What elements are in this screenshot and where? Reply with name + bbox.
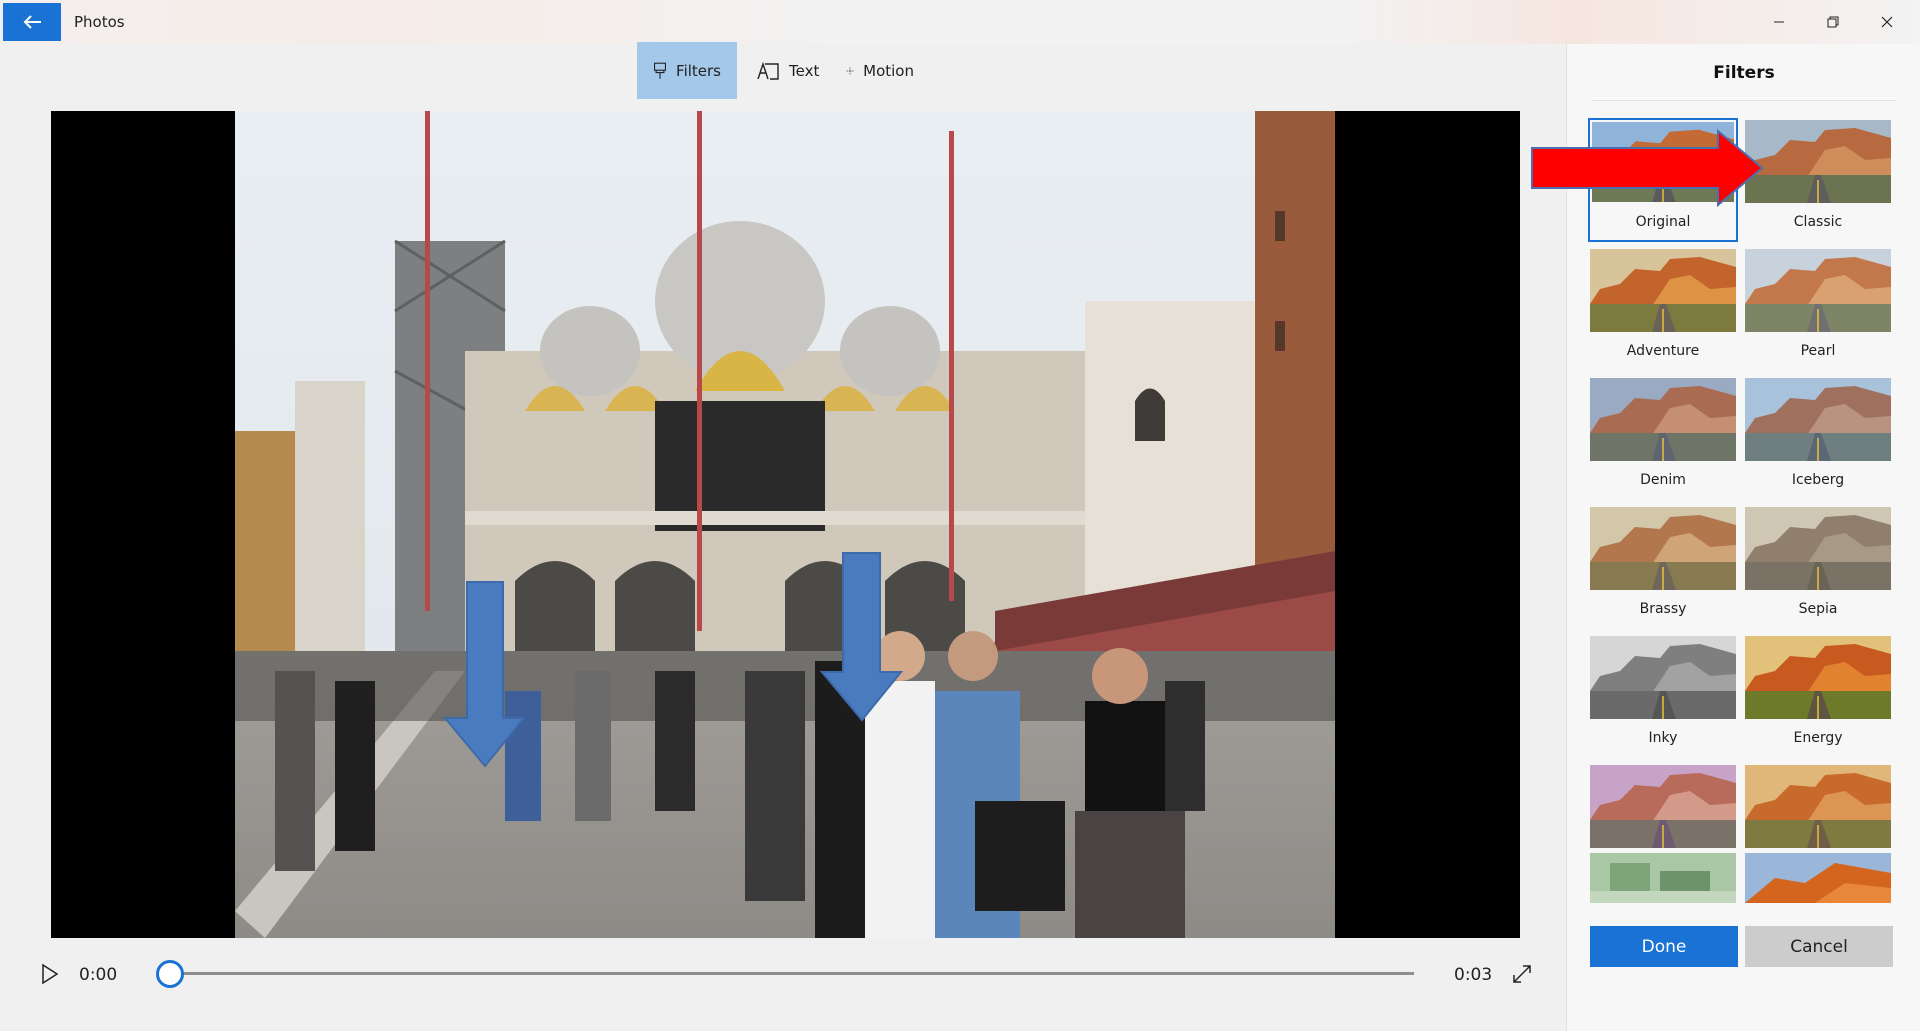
filter-pearl[interactable]: Pearl bbox=[1745, 249, 1891, 369]
filter-denim[interactable]: Denim bbox=[1590, 378, 1736, 498]
tab-text[interactable]: Text bbox=[740, 42, 836, 99]
filter-preview-image bbox=[1745, 249, 1891, 332]
filter-preview-image bbox=[1745, 120, 1891, 203]
tab-motion-label: Motion bbox=[863, 61, 914, 80]
panel-divider bbox=[1591, 100, 1897, 101]
filter-preview-partial-orange bbox=[1745, 853, 1891, 903]
filter-label: Adventure bbox=[1626, 343, 1700, 359]
venice-square-photo bbox=[235, 111, 1335, 938]
filter-preview-partial-green bbox=[1590, 853, 1736, 903]
expand-icon bbox=[1513, 965, 1531, 983]
filter-preview-iceberg bbox=[1745, 378, 1891, 461]
filter-preview-image bbox=[1590, 765, 1736, 848]
filter-preview-inky bbox=[1590, 636, 1736, 719]
minimize-button[interactable] bbox=[1752, 0, 1806, 44]
filter-preview-image bbox=[1590, 249, 1736, 332]
filter-preview-sepia bbox=[1745, 507, 1891, 590]
filter-preview-energy bbox=[1745, 636, 1891, 719]
filter-preview-adventure bbox=[1590, 249, 1736, 332]
filter-sepia[interactable]: Sepia bbox=[1745, 507, 1891, 627]
cancel-button[interactable]: Cancel bbox=[1745, 926, 1893, 967]
filter-energy[interactable]: Energy bbox=[1745, 636, 1891, 756]
filter-label: Iceberg bbox=[1791, 472, 1845, 488]
text-icon bbox=[757, 61, 779, 80]
filter-label: Denim bbox=[1640, 472, 1686, 488]
filter-brassy[interactable]: Brassy bbox=[1590, 507, 1736, 627]
current-time: 0:00 bbox=[79, 965, 118, 985]
filter-label: Brassy bbox=[1639, 601, 1687, 617]
preview-stage bbox=[51, 111, 1520, 938]
timeline-thumb[interactable] bbox=[156, 960, 184, 988]
filter-preview-image bbox=[1590, 378, 1736, 461]
filter-thumb-partial-2[interactable] bbox=[1745, 853, 1891, 903]
filter-preview-image bbox=[1745, 636, 1891, 719]
filter-preview-original bbox=[1592, 122, 1734, 202]
timeline-track[interactable] bbox=[170, 972, 1414, 975]
end-time: 0:03 bbox=[1454, 965, 1493, 985]
tab-motion[interactable]: Motion bbox=[830, 42, 930, 99]
filter-preview-image bbox=[1592, 122, 1734, 202]
minimize-icon bbox=[1774, 21, 1784, 23]
filter-inky[interactable]: Inky bbox=[1590, 636, 1736, 756]
filter-label: Pearl bbox=[1800, 343, 1836, 359]
app-title: Photos bbox=[74, 13, 125, 31]
motion-icon bbox=[846, 66, 854, 75]
done-button[interactable]: Done bbox=[1590, 926, 1738, 967]
filter-iceberg[interactable]: Iceberg bbox=[1745, 378, 1891, 498]
filter-label: Sepia bbox=[1798, 601, 1838, 617]
filter-preview-image bbox=[1745, 507, 1891, 590]
back-button[interactable] bbox=[3, 3, 61, 41]
close-icon bbox=[1881, 16, 1893, 28]
tab-filters[interactable]: Filters bbox=[637, 42, 737, 99]
filter-preview-denim bbox=[1590, 378, 1736, 461]
filter-classic[interactable]: Classic bbox=[1745, 120, 1891, 240]
filter-preview-image bbox=[1590, 507, 1736, 590]
close-button[interactable] bbox=[1860, 0, 1914, 44]
filter-label: Inky bbox=[1648, 730, 1678, 746]
panel-title: Filters bbox=[1713, 63, 1775, 83]
filter-preview-image bbox=[1590, 636, 1736, 719]
filter-preview-classic bbox=[1745, 120, 1891, 203]
filter-label: Classic bbox=[1793, 214, 1843, 230]
filter-original[interactable]: Original bbox=[1588, 118, 1738, 242]
filter-adventure[interactable]: Adventure bbox=[1590, 249, 1736, 369]
play-icon bbox=[42, 963, 59, 985]
filter-preview-image bbox=[1745, 765, 1891, 848]
preview-photo bbox=[235, 111, 1335, 938]
back-arrow-icon bbox=[23, 15, 41, 29]
filter-preview-pearl bbox=[1745, 249, 1891, 332]
filter-preview-loved bbox=[1745, 765, 1891, 848]
filter-preview-brassy bbox=[1590, 507, 1736, 590]
brush-icon bbox=[654, 62, 667, 79]
filter-label: Original bbox=[1635, 214, 1691, 230]
tab-filters-label: Filters bbox=[676, 61, 721, 80]
title-bar: Photos bbox=[0, 0, 1920, 44]
filter-thumb-partial-1[interactable] bbox=[1590, 853, 1736, 903]
restore-button[interactable] bbox=[1806, 0, 1860, 44]
filter-preview-image bbox=[1745, 378, 1891, 461]
filter-label: Energy bbox=[1793, 730, 1843, 746]
tab-text-label: Text bbox=[789, 61, 820, 80]
restore-icon bbox=[1827, 16, 1839, 28]
play-button[interactable] bbox=[38, 961, 62, 987]
fullscreen-button[interactable] bbox=[1510, 962, 1534, 986]
filter-preview-joy bbox=[1590, 765, 1736, 848]
